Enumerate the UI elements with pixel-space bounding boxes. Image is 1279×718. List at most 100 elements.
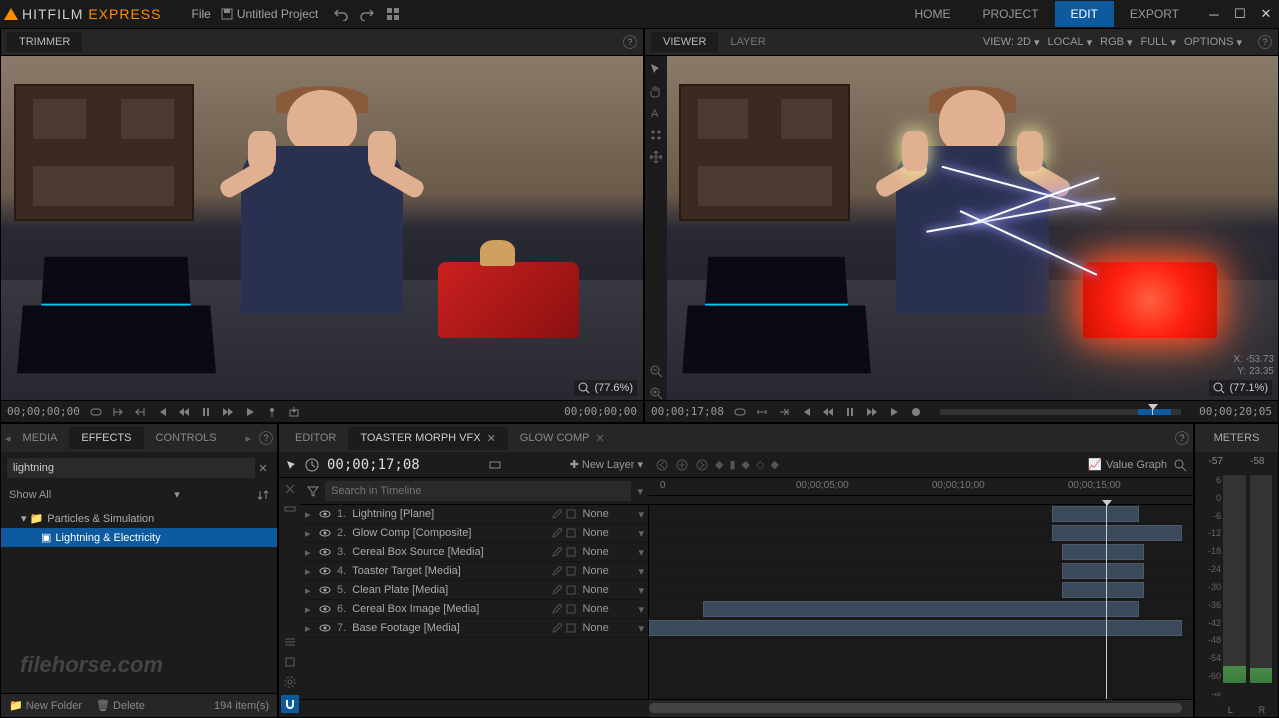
mask-icon[interactable] <box>566 585 576 595</box>
help-icon[interactable]: ? <box>623 35 637 49</box>
expand-icon[interactable]: ▸ <box>305 603 313 616</box>
goto-end-icon[interactable] <box>778 406 790 418</box>
timeline-ruler[interactable]: 000;00;05;0000;00;10;0000;00;15;00 <box>649 478 1193 496</box>
next-kf-icon[interactable] <box>695 458 709 472</box>
add-kf-icon[interactable] <box>675 458 689 472</box>
timeline-clip[interactable] <box>703 601 1138 617</box>
trimmer-tc-in[interactable]: 00;00;00;00 <box>7 405 80 418</box>
gear-icon[interactable] <box>283 675 297 689</box>
trimmer-viewport[interactable]: Toaster.png (77.6%) <box>1 56 643 400</box>
close-tab-icon[interactable]: ✕ <box>487 432 496 445</box>
blend-mode[interactable]: None <box>582 584 632 596</box>
magnet-icon[interactable] <box>281 695 299 713</box>
hand-tool-icon[interactable] <box>649 84 663 98</box>
nav-home[interactable]: HOME <box>899 1 967 27</box>
blend-mode[interactable]: None <box>582 546 632 558</box>
viewer-range[interactable] <box>940 409 1181 415</box>
layer-row[interactable]: ▸6.Cereal Box Image [Media]None▾ <box>301 600 648 619</box>
edit-icon[interactable] <box>552 585 562 595</box>
trimmer-tab[interactable]: TRIMMER <box>7 32 82 52</box>
out-icon[interactable] <box>134 406 146 418</box>
slice-tool-icon[interactable] <box>283 482 297 496</box>
layer-row[interactable]: ▸3.Cereal Box Source [Media]None▾ <box>301 543 648 562</box>
in-icon[interactable] <box>112 406 124 418</box>
visibility-icon[interactable] <box>319 604 331 614</box>
view-mode-dropdown[interactable]: VIEW: 2D ▾ <box>983 36 1040 49</box>
timeline-clip[interactable] <box>1052 506 1139 522</box>
visibility-icon[interactable] <box>319 547 331 557</box>
track-row[interactable] <box>649 562 1193 581</box>
clock-icon[interactable] <box>305 458 319 472</box>
loop-icon[interactable] <box>734 406 746 418</box>
nav-project[interactable]: PROJECT <box>967 1 1055 27</box>
effects-tab[interactable]: EFFECTS <box>69 427 143 449</box>
anchor-tool-icon[interactable] <box>649 128 663 142</box>
edit-icon[interactable] <box>552 604 562 614</box>
viewer-tab[interactable]: VIEWER <box>651 32 718 52</box>
redo-icon[interactable] <box>360 7 374 21</box>
edit-icon[interactable] <box>552 566 562 576</box>
viewer-tc-in[interactable]: 00;00;17;08 <box>651 405 724 418</box>
zoom-in-icon[interactable] <box>649 386 663 400</box>
prev-frame-icon[interactable] <box>156 406 168 418</box>
timeline-clip[interactable] <box>1062 563 1144 579</box>
range-icon[interactable] <box>756 406 768 418</box>
viewer-zoom[interactable]: (77.1%) <box>1209 380 1272 396</box>
timeline-clip[interactable] <box>1052 525 1183 541</box>
close-tab-icon[interactable]: ✕ <box>595 432 604 445</box>
blend-mode[interactable]: None <box>582 508 632 520</box>
expand-icon[interactable]: ▸ <box>305 565 313 578</box>
layer-row[interactable]: ▸4.Toaster Target [Media]None▾ <box>301 562 648 581</box>
rewind-icon[interactable] <box>822 406 834 418</box>
mask-icon[interactable] <box>566 604 576 614</box>
visibility-icon[interactable] <box>319 528 331 538</box>
edit-icon[interactable] <box>552 509 562 519</box>
snap-icon[interactable] <box>488 458 502 472</box>
layer-menu-icon[interactable]: ▾ <box>638 546 644 559</box>
expand-icon[interactable]: ▸ <box>305 508 313 521</box>
layer-row[interactable]: ▸1.Lightning [Plane]None▾ <box>301 505 648 524</box>
rgb-dropdown[interactable]: RGB ▾ <box>1100 36 1132 49</box>
visibility-icon[interactable] <box>319 623 331 633</box>
track-row[interactable] <box>649 524 1193 543</box>
track-row[interactable] <box>649 581 1193 600</box>
project-name[interactable]: Untitled Project <box>221 7 318 21</box>
expand-icon[interactable]: ▸ <box>305 527 313 540</box>
value-graph-toggle[interactable]: 📈 Value Graph <box>1088 458 1167 471</box>
blend-mode[interactable]: None <box>582 565 632 577</box>
move-tool-icon[interactable] <box>649 150 663 164</box>
timeline-scrollbar[interactable] <box>649 700 1193 717</box>
expand-icon[interactable]: ▸ <box>305 622 313 635</box>
help-icon[interactable]: ? <box>1175 431 1189 445</box>
track-row[interactable] <box>649 600 1193 619</box>
record-icon[interactable] <box>910 406 922 418</box>
zoom-out-icon[interactable] <box>649 364 663 378</box>
timeline-clip[interactable] <box>1062 544 1144 560</box>
nav-edit[interactable]: EDIT <box>1055 1 1114 27</box>
tracks-icon[interactable] <box>283 635 297 649</box>
filter-dropdown[interactable]: Show All ▾ <box>9 488 180 501</box>
panel-prev-icon[interactable]: ◂ <box>5 432 11 445</box>
layer-menu-icon[interactable]: ▾ <box>638 603 644 616</box>
mask-icon[interactable] <box>566 566 576 576</box>
play-icon[interactable] <box>888 406 900 418</box>
sort-icon[interactable] <box>257 489 269 501</box>
mask-icon[interactable] <box>566 623 576 633</box>
text-tool-icon[interactable]: A <box>649 106 663 120</box>
forward-icon[interactable] <box>222 406 234 418</box>
pause-icon[interactable] <box>200 406 212 418</box>
full-dropdown[interactable]: FULL ▾ <box>1141 36 1176 49</box>
help-icon[interactable]: ? <box>259 431 273 445</box>
tree-effect-item[interactable]: ▣ Lightning & Electricity <box>1 528 277 547</box>
layer-row[interactable]: ▸5.Clean Plate [Media]None▾ <box>301 581 648 600</box>
edit-icon[interactable] <box>552 547 562 557</box>
select-tool-icon[interactable] <box>285 459 297 471</box>
track-row[interactable] <box>649 619 1193 638</box>
prev-frame-icon[interactable] <box>800 406 812 418</box>
visibility-icon[interactable] <box>319 585 331 595</box>
layer-menu-icon[interactable]: ▾ <box>638 565 644 578</box>
options-dropdown[interactable]: OPTIONS ▾ <box>1184 36 1242 49</box>
forward-icon[interactable] <box>866 406 878 418</box>
track-row[interactable] <box>649 543 1193 562</box>
clear-search-icon[interactable]: ✕ <box>255 462 271 475</box>
